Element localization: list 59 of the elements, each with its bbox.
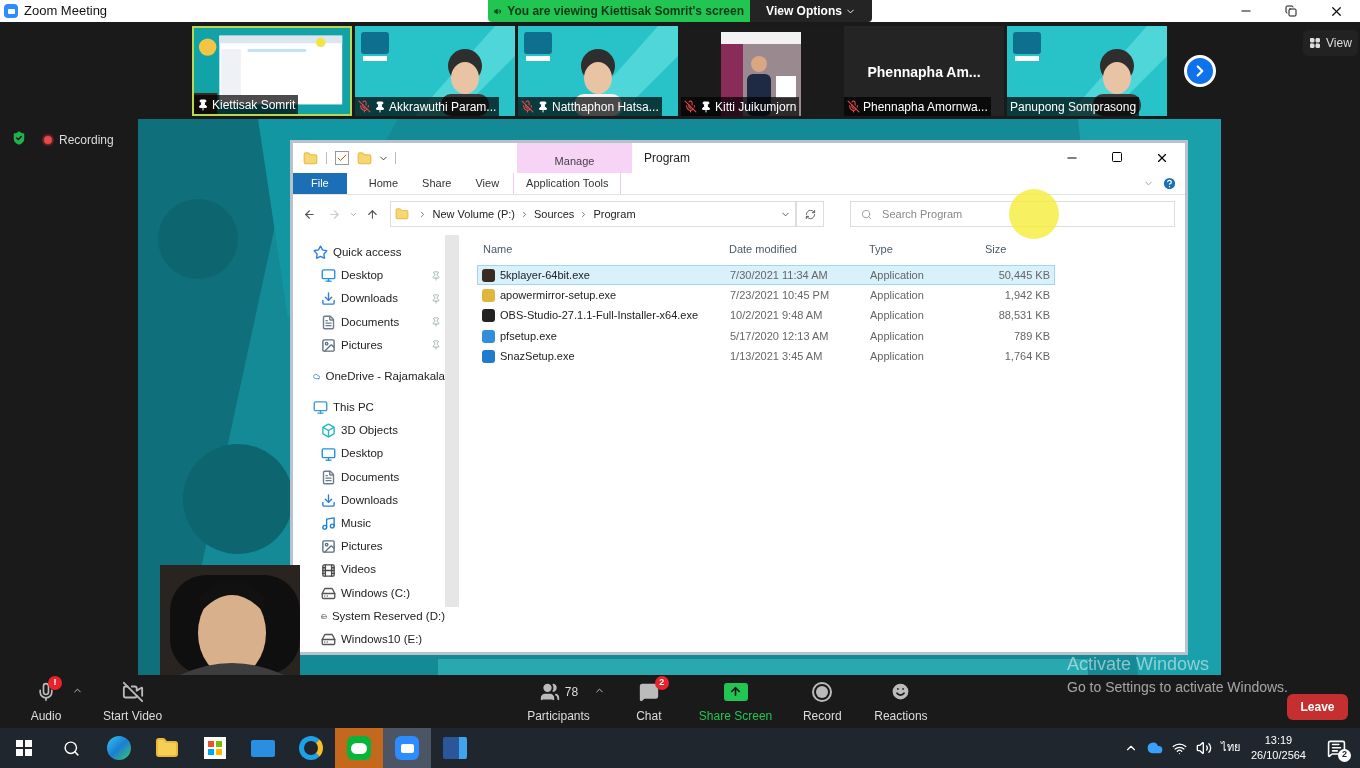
leave-button[interactable]: Leave: [1287, 693, 1348, 720]
taskbar-app[interactable]: [383, 728, 431, 768]
participant-tile[interactable]: Akkrawuthi Param...: [355, 26, 515, 116]
chat-icon: [638, 681, 659, 702]
volume-icon[interactable]: [1195, 740, 1212, 756]
participant-name: Akkrawuthi Param...: [389, 98, 497, 116]
clock[interactable]: 13:19 26/10/2564: [1248, 733, 1308, 763]
zoom-icon: [4, 4, 18, 18]
recording-icon: [42, 134, 54, 146]
reactions-icon: [890, 681, 912, 702]
participant-tile[interactable]: Phennapha Am... Phennapha Amornwa...: [844, 26, 1004, 116]
next-page-button[interactable]: [1184, 55, 1216, 87]
banner-text: You are viewing Kiettisak Somrit's screen: [507, 3, 744, 20]
restore-icon[interactable]: [1285, 5, 1297, 17]
shield-icon: [10, 129, 28, 147]
notification-badge: 2: [654, 675, 669, 690]
participant-tile[interactable]: Kiettisak Somrit: [192, 26, 352, 116]
share-screen-icon: [723, 682, 748, 701]
toolbar-button[interactable]: Record: [800, 678, 845, 725]
participant-tile[interactable]: Kitti Juikumjorn: [681, 26, 841, 116]
toolbar-button[interactable]: 78 Participants: [527, 678, 590, 725]
toolbar-button[interactable]: Audio !: [24, 678, 68, 725]
store-icon: [204, 737, 226, 759]
word-icon: [443, 737, 467, 759]
participant-name: Kitti Juikumjorn: [715, 98, 797, 116]
participant-name: Phennapha Am...: [866, 63, 982, 82]
toolbar-button[interactable]: Share Screen: [698, 678, 773, 725]
participant-count: 78: [564, 683, 579, 701]
participant-tile[interactable]: Panupong Somprasong: [1007, 26, 1167, 116]
folder-icon: [155, 736, 179, 760]
microphone-icon: [36, 681, 56, 702]
toolbar-button[interactable]: Start Video: [103, 678, 163, 725]
toolbar-button[interactable]: Reactions: [874, 678, 928, 725]
edge-icon: [107, 736, 131, 760]
record-icon: [812, 681, 833, 702]
participant-tile[interactable]: Natthaphon Hatsa...: [518, 26, 678, 116]
participant-name: Kiettisak Somrit: [212, 96, 296, 114]
participant-name: Phennapha Amornwa...: [863, 98, 988, 116]
network-icon[interactable]: [1171, 740, 1187, 756]
toolbar-button[interactable]: Chat 2: [626, 678, 671, 725]
window-title: Zoom Meeting: [24, 2, 108, 21]
video-off-icon: [121, 680, 144, 703]
mail-icon: [251, 739, 275, 757]
view-button[interactable]: View: [1303, 30, 1358, 56]
view-options-button[interactable]: View Options: [750, 0, 872, 22]
browser-icon: [299, 736, 323, 760]
participant-name: Panupong Somprasong: [1010, 98, 1137, 116]
recording-label: Recording: [59, 132, 114, 149]
cloud-icon[interactable]: [1146, 740, 1163, 756]
participant-name: Natthaphon Hatsa...: [552, 98, 659, 116]
search-icon[interactable]: [63, 739, 80, 757]
notification-badge: !: [48, 675, 62, 690]
activation-text: Go to Settings to activate Windows.: [1067, 678, 1288, 697]
grid-icon: [1309, 37, 1321, 49]
participants-icon: [538, 681, 561, 702]
notification-count: 2: [1338, 748, 1351, 762]
language-indicator[interactable]: ไทย: [1220, 739, 1240, 757]
zoom-icon: [395, 736, 419, 760]
notifications-icon[interactable]: [1327, 738, 1346, 758]
